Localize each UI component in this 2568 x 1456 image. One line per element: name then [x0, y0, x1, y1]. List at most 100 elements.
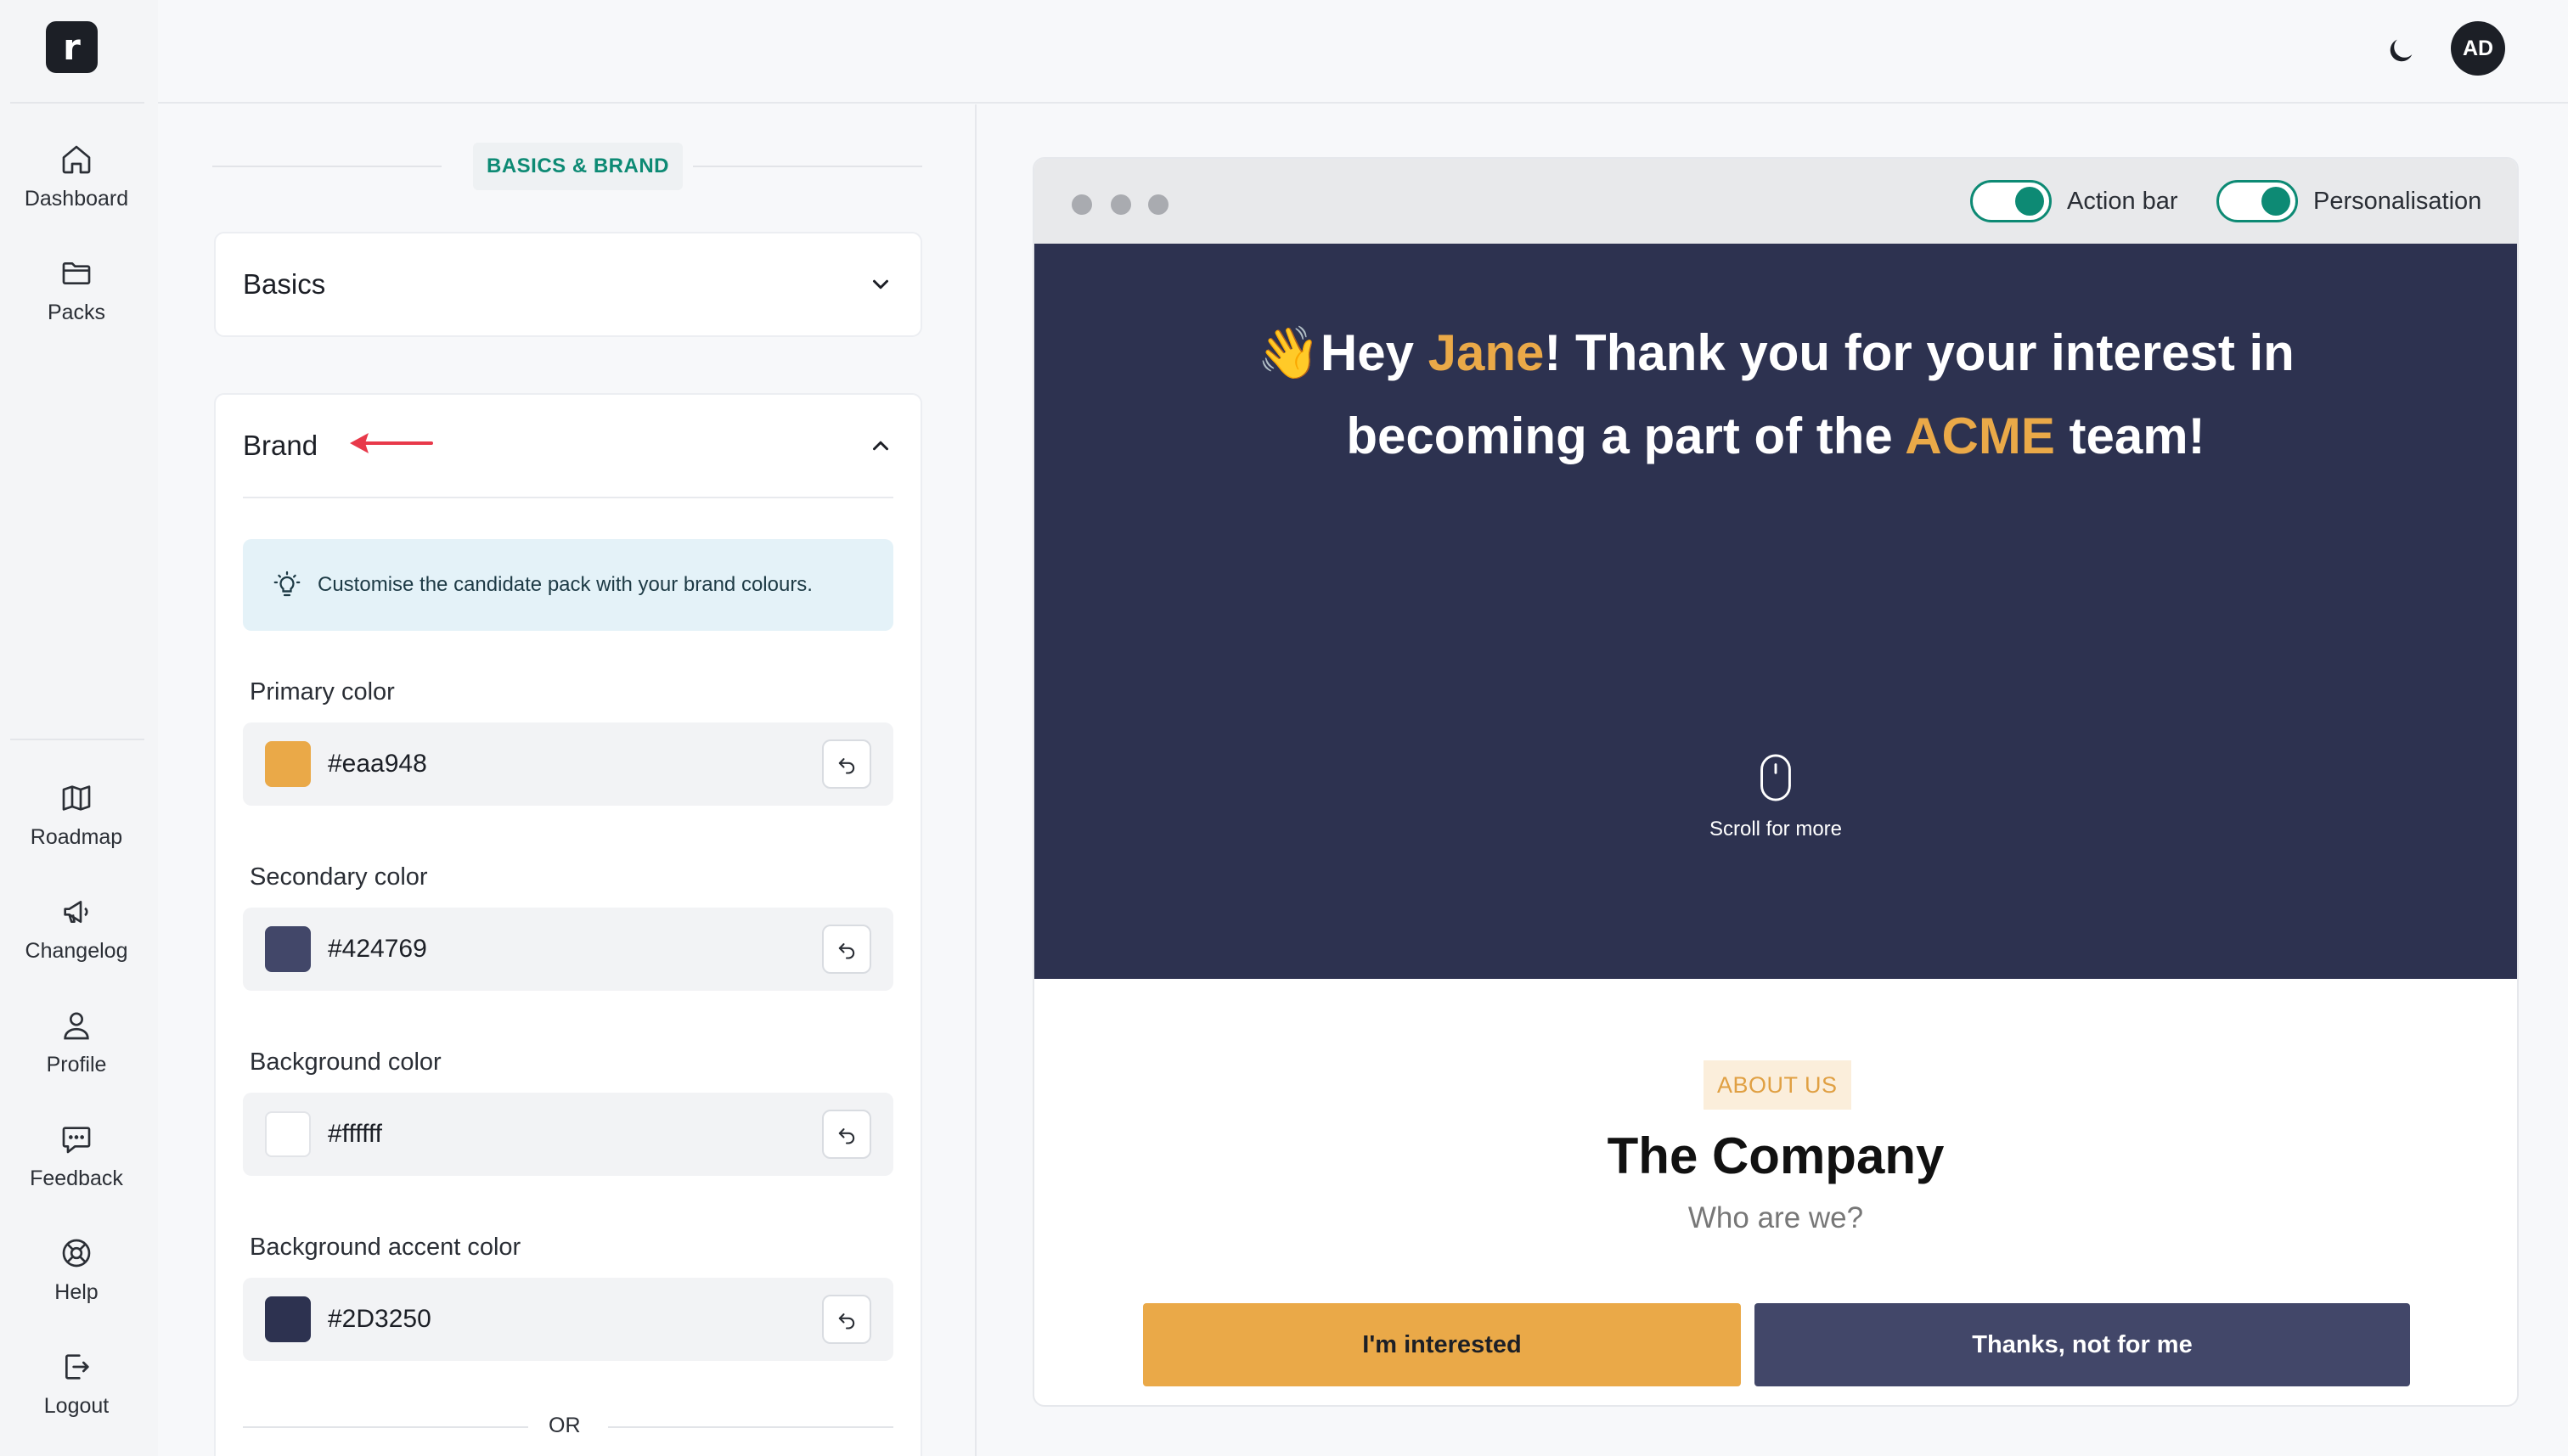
- megaphone-icon: [64, 901, 88, 923]
- sidebar-item-label: Feedback: [30, 1166, 123, 1190]
- theme-toggle-button[interactable]: [2378, 28, 2424, 74]
- sidebar-divider: [10, 102, 144, 104]
- sidebar-item-label: Dashboard: [24, 187, 129, 211]
- mouse-icon: [1760, 754, 1791, 801]
- primary-color-reset-button[interactable]: [822, 739, 871, 789]
- sidebar-item-changelog[interactable]: Changelog: [0, 895, 153, 988]
- window-dot-icon: [1072, 194, 1092, 215]
- section-header: BASICS & BRAND: [212, 143, 922, 190]
- background-accent-color-value[interactable]: #2D3250: [328, 1305, 431, 1334]
- sidebar-item-label: Profile: [46, 1053, 107, 1077]
- sidebar-item-label: Roadmap: [30, 825, 123, 849]
- or-separator: OR: [243, 1410, 893, 1444]
- action-bar-toggle[interactable]: [1970, 180, 2052, 222]
- company-token: ACME: [1905, 408, 2055, 464]
- sidebar-item-label: Changelog: [25, 939, 128, 963]
- background-color-value[interactable]: #ffffff: [328, 1120, 382, 1149]
- sidebar-item-logout[interactable]: Logout: [0, 1350, 153, 1443]
- scroll-hint-label: Scroll for more: [1709, 818, 1843, 840]
- background-color-field[interactable]: #ffffff: [243, 1093, 893, 1176]
- primary-color-field[interactable]: #eaa948: [243, 722, 893, 806]
- chevron-up-icon: [873, 441, 888, 451]
- home-icon: [62, 145, 91, 174]
- lightbulb-icon: [273, 571, 301, 597]
- sidebar-item-roadmap[interactable]: Roadmap: [0, 781, 153, 874]
- divider-line: [693, 166, 922, 167]
- hero-section: 👋Hey Jane! Thank you for your interest i…: [1034, 244, 2517, 979]
- primary-color-value[interactable]: #eaa948: [328, 750, 427, 779]
- window-dot-icon: [1148, 194, 1169, 215]
- hero-line2-prefix: becoming a part of the: [1346, 408, 1906, 464]
- pack-preview: Action bar Personalisation 👋Hey Jane! Th…: [1033, 157, 2519, 1407]
- background-accent-color-swatch[interactable]: [265, 1296, 311, 1342]
- company-title: The Company: [1607, 1127, 1945, 1184]
- company-subtitle: Who are we?: [1687, 1201, 1864, 1234]
- user-icon: [64, 1012, 89, 1040]
- interested-button[interactable]: I'm interested: [1143, 1303, 1741, 1386]
- hero-line2-suffix: team!: [2054, 408, 2205, 464]
- secondary-color-swatch[interactable]: [265, 926, 311, 972]
- avatar[interactable]: AD: [2451, 21, 2505, 76]
- app-logo[interactable]: r: [46, 21, 98, 73]
- sidebar-item-dashboard[interactable]: Dashboard: [0, 143, 153, 236]
- personalisation-toggle[interactable]: [2216, 180, 2298, 222]
- action-bar-label: Action bar: [2067, 187, 2178, 215]
- sidebar-item-label: Logout: [43, 1394, 110, 1418]
- basics-accordion-header[interactable]: Basics: [243, 233, 893, 335]
- action-bar-toggle-group: Action bar: [1970, 179, 2178, 223]
- divider-line: [243, 1426, 528, 1428]
- toggle-knob: [2261, 187, 2290, 216]
- sidebar: r Dashboard Packs Roadmap Changelog Prof…: [0, 0, 158, 1456]
- sidebar-item-label: Packs: [47, 301, 106, 324]
- secondary-color-label: Secondary color: [250, 863, 428, 891]
- scroll-hint[interactable]: Scroll for more: [1034, 753, 2517, 841]
- sidebar-item-help[interactable]: Help: [0, 1236, 153, 1330]
- secondary-color-reset-button[interactable]: [822, 925, 871, 974]
- hero-greeting: Hey: [1320, 324, 1428, 381]
- personalisation-label: Personalisation: [2313, 187, 2482, 215]
- brand-accordion-header[interactable]: Brand: [243, 395, 893, 497]
- brand-divider: [243, 497, 893, 498]
- not-for-me-button[interactable]: Thanks, not for me: [1754, 1303, 2410, 1386]
- undo-icon: [838, 758, 855, 774]
- basics-title: Basics: [243, 268, 326, 300]
- brand-tip-text: Customise the candidate pack with your b…: [318, 573, 813, 596]
- sidebar-item-profile[interactable]: Profile: [0, 1009, 153, 1102]
- lifebuoy-icon: [62, 1239, 91, 1268]
- moon-icon: [2390, 39, 2413, 62]
- background-accent-color-label: Background accent color: [250, 1234, 521, 1261]
- wave-emoji-icon: 👋: [1257, 324, 1321, 381]
- undo-icon: [838, 1313, 855, 1330]
- or-label: OR: [549, 1414, 581, 1437]
- secondary-color-field[interactable]: #424769: [243, 908, 893, 991]
- about-us-chip: ABOUT US: [1704, 1060, 1851, 1110]
- annotation-arrow-icon: [350, 433, 433, 453]
- logout-icon: [65, 1354, 89, 1380]
- map-icon: [62, 785, 91, 811]
- background-accent-color-reset-button[interactable]: [822, 1295, 871, 1344]
- brand-title: Brand: [243, 430, 318, 461]
- background-color-swatch[interactable]: [265, 1111, 311, 1157]
- brand-card: Brand Customise the candidate pack with …: [214, 393, 922, 1456]
- candidate-name: Jane: [1428, 324, 1545, 381]
- divider-line: [212, 166, 442, 167]
- sidebar-item-feedback[interactable]: Feedback: [0, 1122, 153, 1216]
- secondary-color-value[interactable]: #424769: [328, 935, 427, 964]
- editor-panel: BASICS & BRAND Basics Brand Customise th…: [158, 104, 977, 1456]
- undo-icon: [838, 943, 855, 959]
- primary-color-label: Primary color: [250, 678, 395, 706]
- undo-icon: [838, 1128, 855, 1144]
- background-color-reset-button[interactable]: [822, 1110, 871, 1159]
- section-title: BASICS & BRAND: [473, 143, 684, 190]
- background-accent-color-field[interactable]: #2D3250: [243, 1278, 893, 1361]
- chevron-down-icon: [873, 279, 888, 290]
- chat-icon: [62, 1127, 91, 1154]
- background-color-label: Background color: [250, 1048, 442, 1076]
- folder-icon: [62, 262, 91, 284]
- sidebar-item-packs[interactable]: Packs: [0, 256, 153, 350]
- divider-line: [608, 1426, 893, 1428]
- browser-bar: Action bar Personalisation: [1034, 159, 2517, 244]
- window-dot-icon: [1111, 194, 1131, 215]
- primary-color-swatch[interactable]: [265, 741, 311, 787]
- brand-tip: Customise the candidate pack with your b…: [243, 539, 893, 631]
